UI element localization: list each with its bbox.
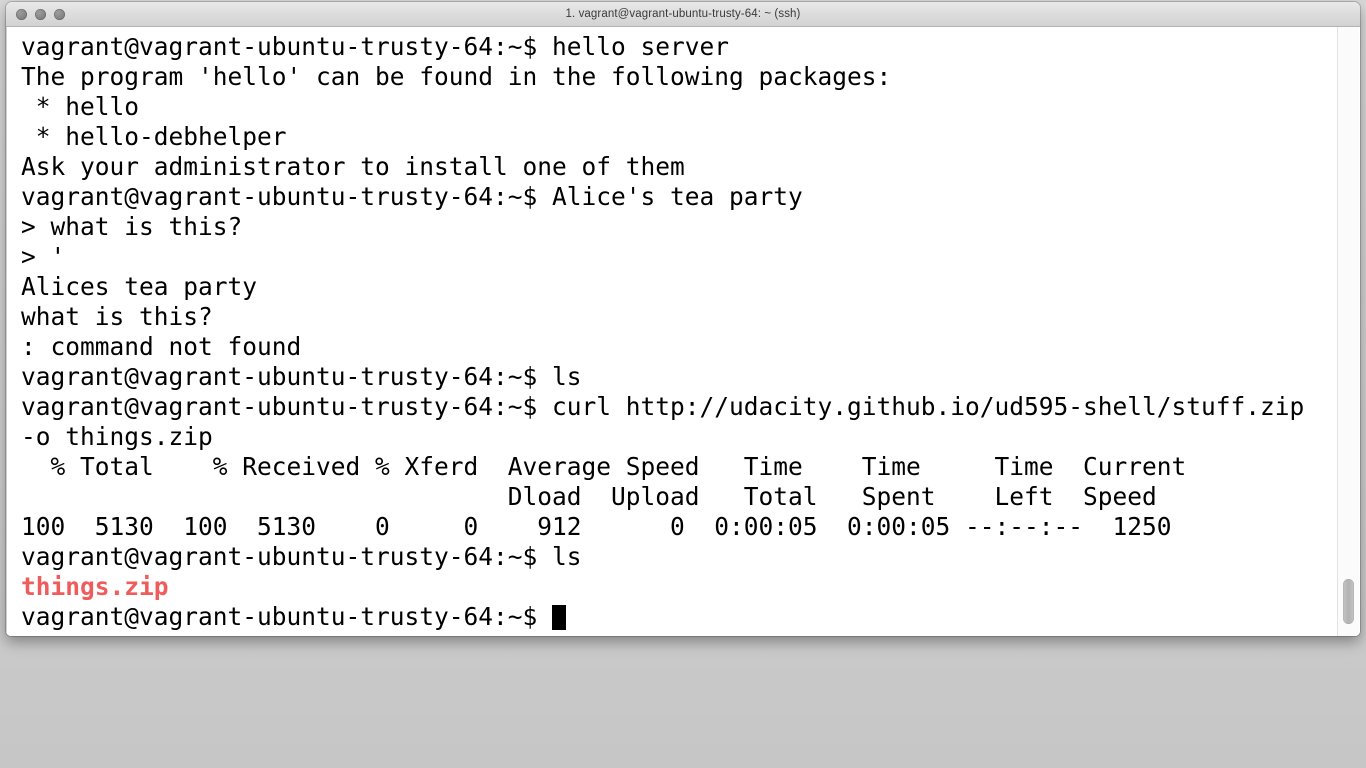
terminal-line: * hello-debhelper <box>21 122 287 151</box>
terminal-line: % Total % Received % Xferd Average Speed… <box>21 452 1187 481</box>
terminal-line: > ' <box>21 242 66 271</box>
terminal-line: The program 'hello' can be found in the … <box>21 62 892 91</box>
window-controls[interactable] <box>16 2 65 26</box>
terminal-line: vagrant@vagrant-ubuntu-trusty-64:~$ ls <box>21 362 582 391</box>
terminal-line: > what is this? <box>21 212 243 241</box>
vertical-scroll-thumb[interactable] <box>1343 579 1354 624</box>
text-cursor <box>552 605 567 630</box>
window-title: 1. vagrant@vagrant-ubuntu-trusty-64: ~ (… <box>565 8 801 20</box>
terminal-line: Dload Upload Total Spent Left Speed <box>21 482 1157 511</box>
terminal-line: vagrant@vagrant-ubuntu-trusty-64:~$ hell… <box>21 32 730 61</box>
terminal-line: vagrant@vagrant-ubuntu-trusty-64:~$ <box>21 602 1338 632</box>
terminal-prompt: vagrant@vagrant-ubuntu-trusty-64:~$ <box>21 602 553 631</box>
terminal-line: -o things.zip <box>21 422 213 451</box>
vertical-scrollbar[interactable] <box>1337 27 1359 636</box>
terminal-line: * hello <box>21 92 140 121</box>
terminal-line: vagrant@vagrant-ubuntu-trusty-64:~$ Alic… <box>21 182 803 211</box>
terminal-line: vagrant@vagrant-ubuntu-trusty-64:~$ ls <box>21 542 582 571</box>
terminal-line: : command not found <box>21 332 302 361</box>
zoom-button-icon[interactable] <box>54 8 65 20</box>
terminal-line: Alices tea party <box>21 272 258 301</box>
terminal-window[interactable]: 1. vagrant@vagrant-ubuntu-trusty-64: ~ (… <box>6 2 1360 636</box>
terminal-output-area[interactable]: vagrant@vagrant-ubuntu-trusty-64:~$ hell… <box>7 27 1338 636</box>
close-button-icon[interactable] <box>16 8 27 20</box>
terminal-line: 100 5130 100 5130 0 0 912 0 0:00:05 0:00… <box>21 512 1172 541</box>
terminal-line: things.zip <box>21 572 169 601</box>
terminal-body[interactable]: vagrant@vagrant-ubuntu-trusty-64:~$ hell… <box>6 27 1360 636</box>
minimize-button-icon[interactable] <box>35 8 46 20</box>
window-title-bar[interactable]: 1. vagrant@vagrant-ubuntu-trusty-64: ~ (… <box>6 2 1360 27</box>
terminal-line: Ask your administrator to install one of… <box>21 152 685 181</box>
terminal-line: what is this? <box>21 302 213 331</box>
terminal-line: vagrant@vagrant-ubuntu-trusty-64:~$ curl… <box>21 392 1305 421</box>
